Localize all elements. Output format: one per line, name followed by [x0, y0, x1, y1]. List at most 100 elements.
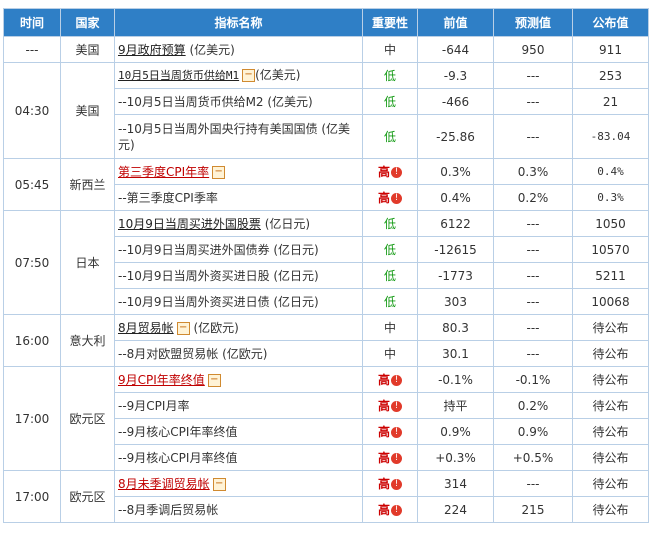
- indicator-sub: --9月核心CPI年率终值: [114, 418, 363, 445]
- forecast-value: 0.2%: [493, 392, 573, 419]
- importance-cell: 高!: [362, 418, 418, 445]
- importance-badge: 低: [362, 288, 418, 315]
- indicator-link[interactable]: 9月CPI年率终值: [118, 373, 205, 387]
- collapse-icon[interactable]: −: [176, 321, 190, 335]
- header-indicator[interactable]: 指标名称: [114, 8, 363, 37]
- indicator-sub: --10月9日当周外资买进日股 (亿日元): [114, 262, 363, 289]
- published-value: 0.3%: [572, 184, 649, 211]
- importance-badge: 低: [362, 210, 418, 237]
- importance-badge: 中: [362, 314, 418, 341]
- published-value: 待公布: [572, 470, 649, 497]
- alert-icon: !: [391, 452, 402, 464]
- event-time: 04:30: [3, 62, 61, 159]
- published-value: 253: [572, 62, 649, 89]
- table-row: 04:30 美国 10月5日当周货币供给M1− (亿美元) 低 -9.3 --- …: [3, 62, 649, 159]
- forecast-value: 0.9%: [493, 418, 573, 445]
- importance-badge: 低: [362, 262, 418, 289]
- header-row: 时间 国家 指标名称 重要性 前值 预测值 公布值: [3, 8, 649, 37]
- header-time[interactable]: 时间: [3, 8, 61, 37]
- previous-value: -12615: [417, 236, 494, 263]
- importance-cell: 高!: [362, 158, 418, 185]
- header-forecast[interactable]: 预测值: [493, 8, 573, 37]
- alert-icon: !: [391, 374, 402, 386]
- indicator-unit: (亿美元): [255, 68, 301, 82]
- published-value: 5211: [572, 262, 649, 289]
- event-country: 美国: [60, 62, 115, 159]
- previous-value: -0.1%: [417, 366, 494, 393]
- event-time: ---: [3, 36, 61, 63]
- table-row: --- 美国 9月政府预算 (亿美元) 中 -644 950 911: [3, 36, 649, 63]
- importance-badge: 高: [377, 398, 390, 413]
- indicator-link[interactable]: 8月贸易帐: [118, 321, 174, 335]
- published-value: 0.4%: [572, 158, 649, 185]
- importance-cell: 高!: [362, 444, 418, 471]
- alert-icon: !: [391, 400, 402, 412]
- indicator-link[interactable]: 10月9日当周买进外国股票: [118, 217, 261, 231]
- importance-badge: 高: [377, 476, 390, 491]
- collapse-icon[interactable]: −: [212, 477, 226, 491]
- table-row: 17:00 欧元区 8月未季调贸易帐 − 高! 314 --- 待公布: [3, 470, 649, 523]
- importance-cell: 高!: [362, 496, 418, 523]
- header-importance[interactable]: 重要性: [362, 8, 418, 37]
- previous-value: 80.3: [417, 314, 494, 341]
- published-value: 待公布: [572, 314, 649, 341]
- indicator-sub: --8月季调后贸易帐: [114, 496, 363, 523]
- published-value: 10570: [572, 236, 649, 263]
- event-country: 意大利: [60, 314, 115, 367]
- published-value: 911: [572, 36, 649, 63]
- previous-value: 314: [417, 470, 494, 497]
- previous-value: -644: [417, 36, 494, 63]
- collapse-icon[interactable]: −: [212, 165, 226, 179]
- forecast-value: ---: [493, 262, 573, 289]
- indicator-link[interactable]: 第三季度CPI年率: [118, 165, 209, 179]
- forecast-value: +0.5%: [493, 444, 573, 471]
- event-time: 17:00: [3, 470, 61, 523]
- header-previous[interactable]: 前值: [417, 8, 494, 37]
- event-country: 新西兰: [60, 158, 115, 211]
- indicator-link[interactable]: 9月政府预算: [118, 43, 186, 57]
- previous-value: -25.86: [417, 114, 494, 159]
- table-row: 16:00 意大利 8月贸易帐 − (亿欧元) 中 80.3 --- 待公布: [3, 314, 649, 367]
- collapse-icon[interactable]: −: [207, 373, 221, 387]
- importance-cell: 高!: [362, 184, 418, 211]
- previous-value: 30.1: [417, 340, 494, 367]
- indicator-link[interactable]: 8月未季调贸易帐: [118, 477, 210, 491]
- indicator-sub: --10月5日当周外国央行持有美国国债 (亿美元): [114, 114, 363, 159]
- event-time: 16:00: [3, 314, 61, 367]
- forecast-value: 215: [493, 496, 573, 523]
- importance-cell: 高!: [362, 392, 418, 419]
- importance-badge: 高: [377, 450, 390, 465]
- previous-value: 303: [417, 288, 494, 315]
- published-value: 待公布: [572, 418, 649, 445]
- importance-badge: 低: [362, 114, 418, 159]
- importance-badge: 中: [362, 340, 418, 367]
- previous-value: -466: [417, 88, 494, 115]
- published-value: 待公布: [572, 444, 649, 471]
- previous-value: +0.3%: [417, 444, 494, 471]
- indicator-sub: --8月对欧盟贸易帐 (亿欧元): [114, 340, 363, 367]
- previous-value: 224: [417, 496, 494, 523]
- table-row: 07:50 日本 10月9日当周买进外国股票 (亿日元) 低 6122 --- …: [3, 210, 649, 315]
- header-country[interactable]: 国家: [60, 8, 115, 37]
- forecast-value: -0.1%: [493, 366, 573, 393]
- forecast-value: ---: [493, 470, 573, 497]
- importance-badge: 高: [377, 164, 390, 179]
- header-published[interactable]: 公布值: [572, 8, 649, 37]
- indicator-sub: --9月CPI月率: [114, 392, 363, 419]
- indicator-sub: --10月5日当周货币供给M2 (亿美元): [114, 88, 363, 115]
- published-value: 21: [572, 88, 649, 115]
- published-value: 待公布: [572, 392, 649, 419]
- event-country: 欧元区: [60, 366, 115, 471]
- collapse-icon[interactable]: −: [242, 69, 256, 82]
- indicator-sub: --10月9日当周买进外国债券 (亿日元): [114, 236, 363, 263]
- alert-icon: !: [391, 504, 402, 516]
- forecast-value: ---: [493, 288, 573, 315]
- published-value: 10068: [572, 288, 649, 315]
- previous-value: 6122: [417, 210, 494, 237]
- indicator-link[interactable]: 10月5日当周货币供给M1: [118, 69, 239, 82]
- indicator-unit: (亿日元): [260, 216, 311, 231]
- importance-badge: 高: [377, 190, 390, 205]
- forecast-value: ---: [493, 114, 573, 159]
- indicator-cell: 8月未季调贸易帐 −: [114, 470, 363, 497]
- previous-value: 0.3%: [417, 158, 494, 185]
